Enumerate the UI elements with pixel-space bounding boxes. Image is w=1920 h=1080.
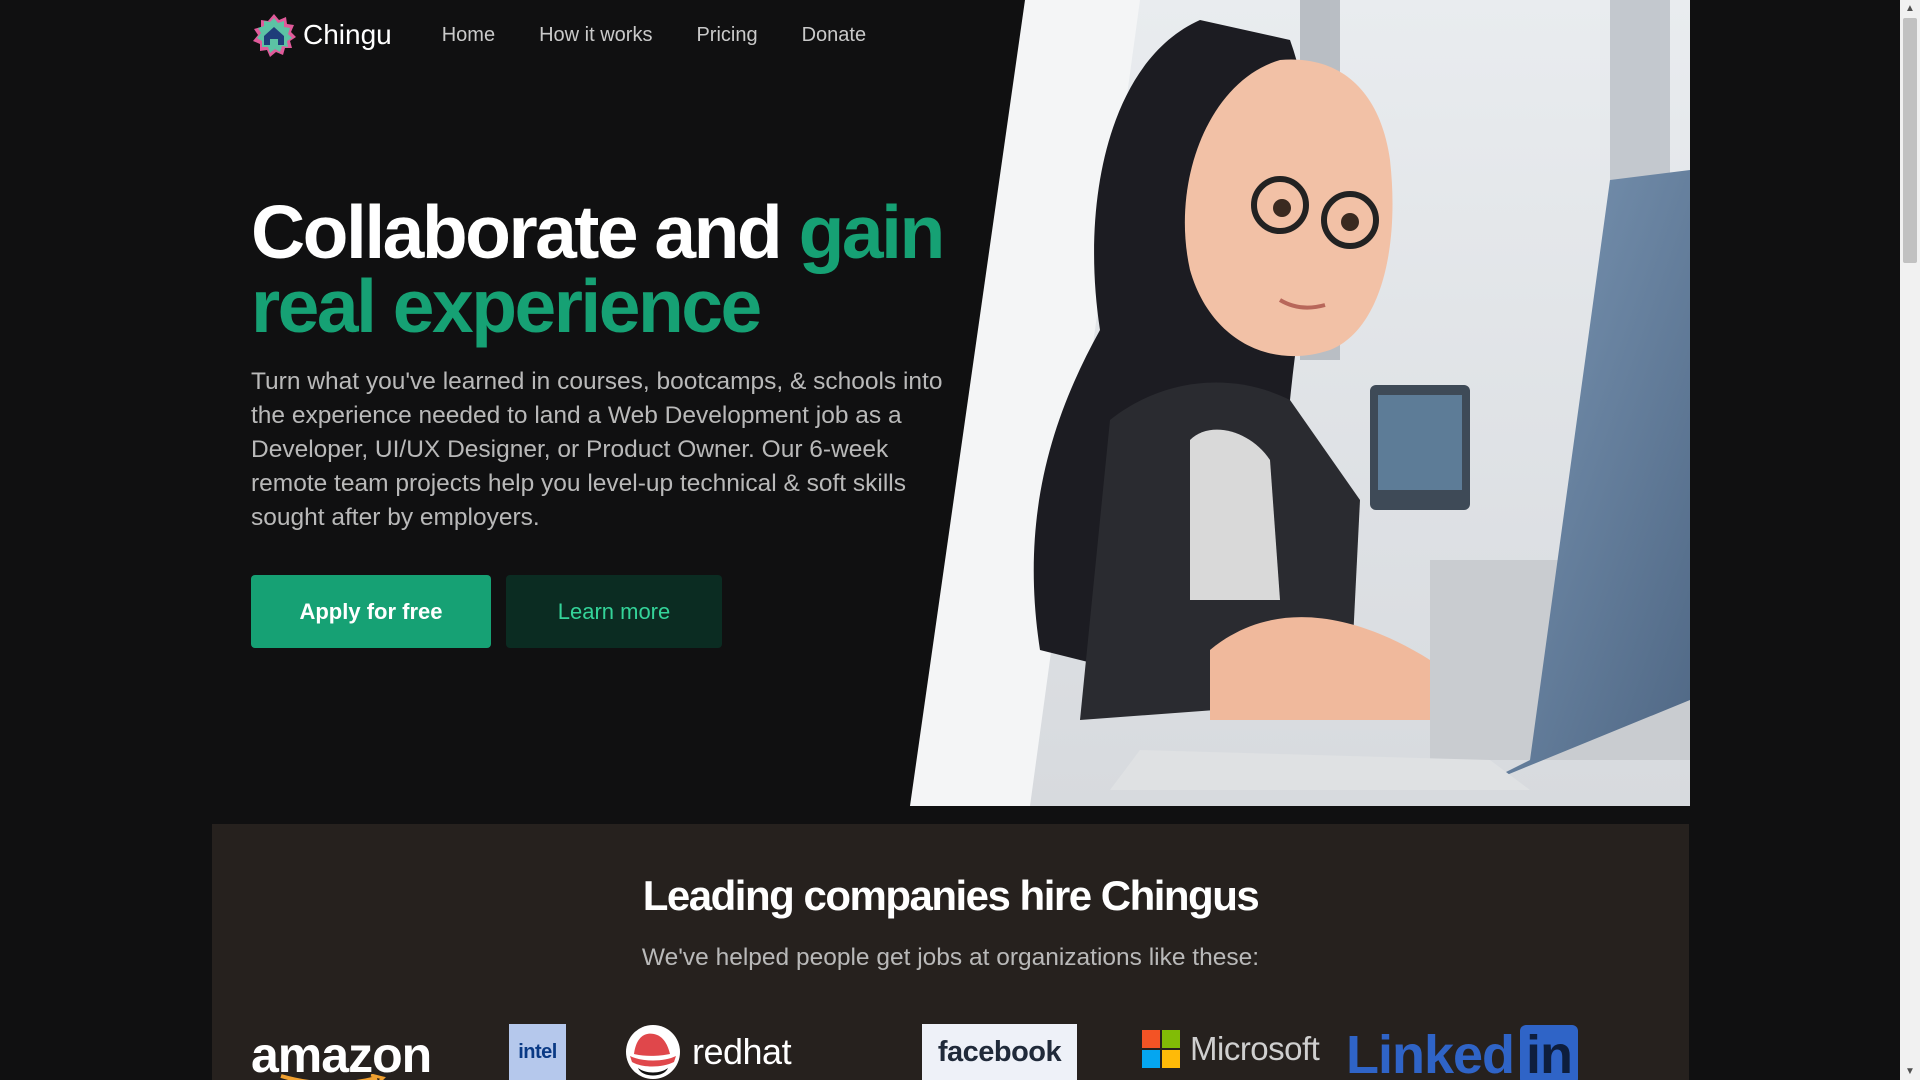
microsoft-logo: Microsoft (1142, 1030, 1320, 1068)
learn-more-button[interactable]: Learn more (506, 575, 722, 648)
company-logos: amazon intel redhat facebook Microsoft L… (251, 1024, 1671, 1080)
monitor-screen (1378, 395, 1462, 490)
intel-wordmark: intel (518, 1040, 557, 1063)
redhat-logo: redhat (624, 1024, 792, 1080)
redhat-wordmark: redhat (692, 1031, 792, 1072)
nav-link-home[interactable]: Home (442, 24, 495, 47)
amazon-wordmark: amazon (251, 1027, 432, 1080)
brand-logo-link[interactable]: Chingu (251, 12, 392, 58)
amazon-logo: amazon (251, 1026, 432, 1080)
apply-for-free-button[interactable]: Apply for free (251, 575, 491, 648)
scrollbar-thumb[interactable] (1903, 18, 1917, 263)
companies-subtitle: We've helped people get jobs at organiza… (641, 944, 1260, 971)
nav-link-how-it-works[interactable]: How it works (539, 24, 652, 47)
amazon-smile-icon (280, 1074, 386, 1080)
facebook-logo: facebook (922, 1024, 1077, 1080)
hero-illustration (910, 0, 1690, 806)
companies-title: Leading companies hire Chingus (642, 872, 1260, 919)
facebook-wordmark: facebook (937, 1035, 1062, 1068)
hero-title-main: Collaborate and (251, 190, 783, 274)
linkedin-wordmark: Linked (1346, 1025, 1515, 1080)
brand-name: Chingu (303, 19, 392, 50)
redhat-hat-icon (626, 1025, 680, 1079)
triangle-down-icon[interactable]: ▼ (1900, 1063, 1920, 1080)
page: Chingu Home How it works Pricing Donate … (0, 0, 1920, 1080)
triangle-up-icon[interactable]: ▲ (1900, 0, 1920, 17)
nav-link-donate[interactable]: Donate (802, 24, 867, 47)
eye-left (1273, 199, 1291, 217)
linkedin-logo: Linked in (1346, 1024, 1579, 1080)
nav-links: Home How it works Pricing Donate (442, 24, 866, 47)
chingu-house-logo-icon (253, 14, 296, 57)
linkedin-in-badge: in (1520, 1025, 1579, 1080)
microsoft-windows-icon (1142, 1030, 1180, 1068)
eye-right (1341, 213, 1359, 231)
companies-section: Leading companies hire Chingus We've hel… (212, 824, 1689, 1080)
top-nav: Chingu Home How it works Pricing Donate (251, 10, 866, 60)
intel-logo: intel (509, 1024, 566, 1080)
vertical-scrollbar[interactable]: ▲ ▼ (1900, 0, 1920, 1080)
hero-description: Turn what you've learned in courses, boo… (251, 368, 943, 531)
hero-title: Collaborate and gain real experience (251, 195, 971, 344)
microsoft-wordmark: Microsoft (1190, 1030, 1320, 1067)
nav-link-pricing[interactable]: Pricing (696, 24, 757, 47)
